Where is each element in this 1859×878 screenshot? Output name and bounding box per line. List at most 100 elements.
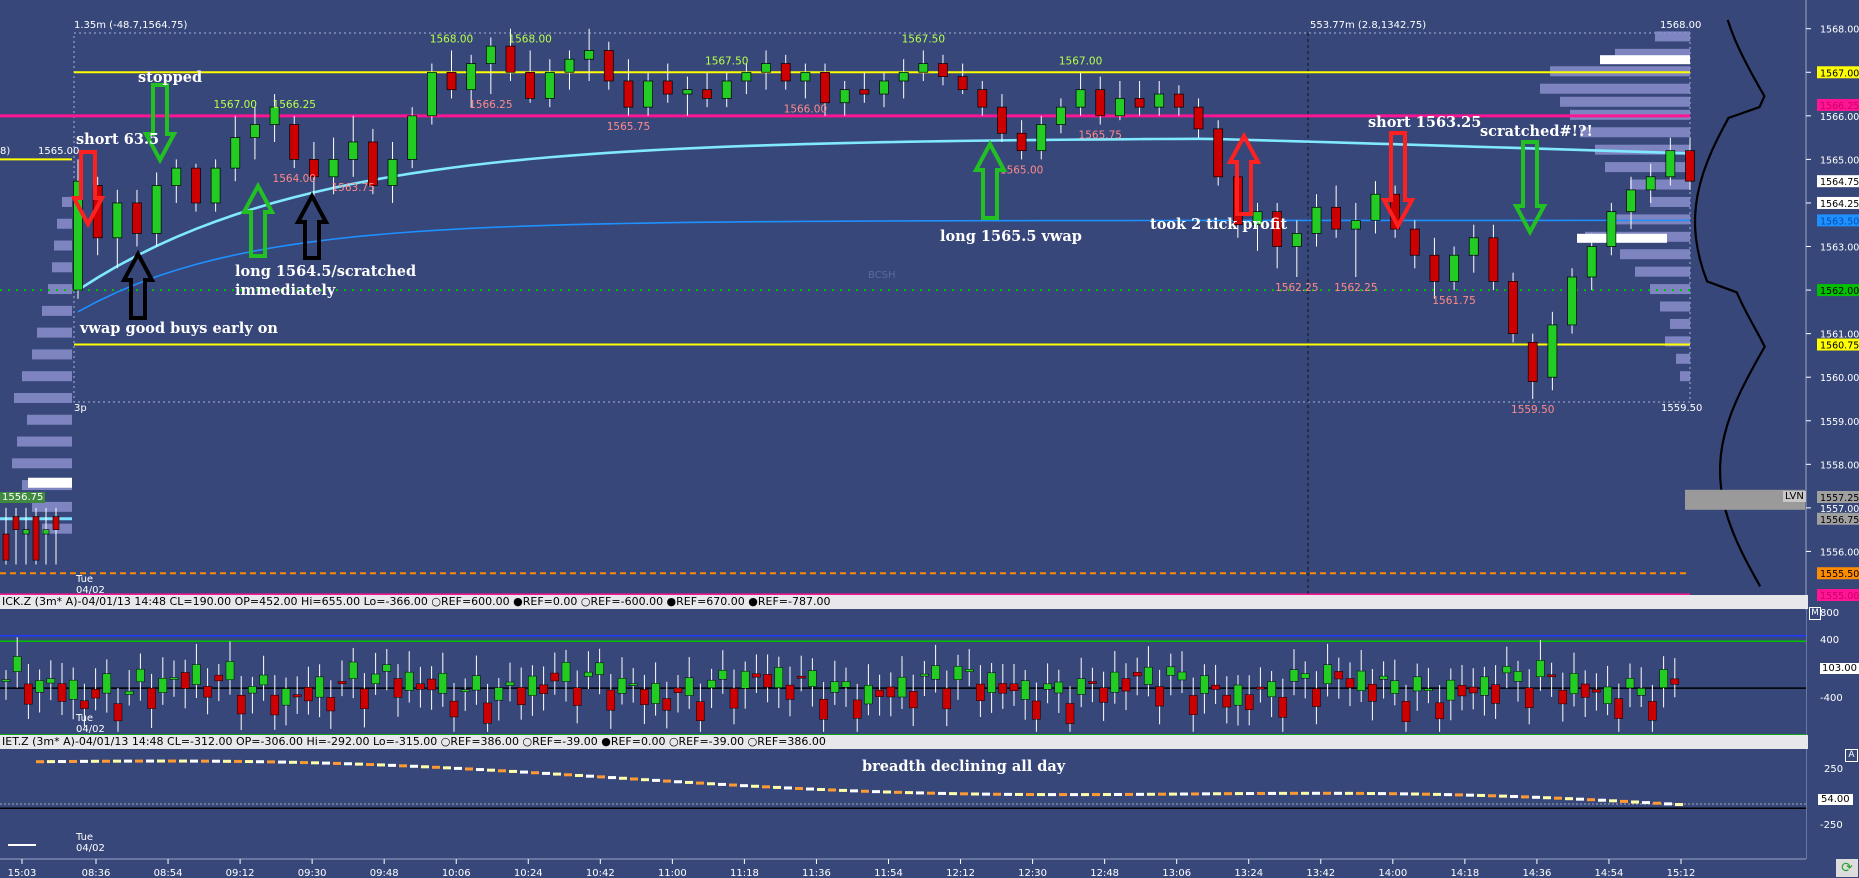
tick-body: [718, 670, 728, 680]
tick-pane-maximize-button[interactable]: M: [1809, 607, 1821, 620]
tick-body: [91, 688, 100, 699]
tick-body: [259, 674, 268, 686]
tick-body: [584, 671, 593, 677]
candle-body: [328, 159, 339, 178]
tick-body: [1177, 671, 1187, 681]
candle-body: [1645, 176, 1656, 191]
left-profile-bar: [54, 240, 72, 251]
tick-body: [1558, 689, 1568, 705]
tick-body: [886, 686, 896, 698]
breadth-bar: [1290, 791, 1298, 795]
breadth-bar: [685, 780, 693, 784]
high-label: 1567.00: [214, 99, 257, 111]
candle-body: [800, 71, 811, 82]
candle-body: [1331, 206, 1341, 230]
right-profile-bar: [1610, 214, 1690, 225]
left-low-label: 1556.75: [0, 492, 46, 503]
high-label: 1567.50: [902, 33, 945, 45]
annotation-scratched: scratched#!?!: [1480, 123, 1593, 140]
candle-body: [1626, 189, 1636, 213]
candle-body: [151, 185, 162, 234]
breadth-bar: [91, 759, 99, 763]
annotation-long-1565-5: long 1565.5 vwap: [940, 228, 1082, 245]
breadth-bar: [47, 760, 55, 764]
candle-body: [564, 58, 575, 73]
tick-body: [1513, 671, 1523, 682]
price-marker-label: 1557.25: [1820, 493, 1859, 504]
candle-body: [446, 71, 457, 91]
breadth-bar: [718, 782, 726, 786]
tick-body: [169, 677, 179, 680]
breadth-bar: [135, 759, 143, 763]
tick-body: [1648, 701, 1657, 721]
tick-body: [124, 690, 134, 695]
tick-body: [460, 689, 470, 692]
high-label: 1567.50: [705, 55, 748, 67]
time-axis-label: 11:54: [874, 868, 903, 878]
right-profile-bar: [1635, 266, 1690, 277]
price-marker-label: 1562.00: [1820, 286, 1859, 297]
tick-body: [236, 694, 246, 715]
tick-body: [942, 688, 952, 710]
tick-body: [371, 673, 380, 685]
breadth-bar: [861, 789, 869, 793]
tick-body: [920, 673, 929, 677]
breadth-bar: [1609, 799, 1617, 803]
price-axis-bg: [1806, 0, 1859, 878]
breadth-bar: [1048, 793, 1056, 797]
breadth-bar: [993, 792, 1001, 796]
breadth-bar: [245, 760, 253, 764]
candle-body: [1409, 228, 1420, 256]
time-axis-label: 13:24: [1234, 868, 1263, 878]
candle-body: [997, 106, 1007, 134]
tick-body: [416, 683, 425, 690]
breadth-bar: [1554, 796, 1562, 800]
breadth-bar: [1257, 791, 1265, 795]
candle-body: [584, 50, 594, 60]
annotation-took-2-tick: took 2 tick profit: [1150, 216, 1288, 233]
tick-body: [348, 661, 358, 679]
tick-body: [852, 699, 862, 719]
tick-body: [1278, 696, 1288, 718]
tick-body: [1110, 671, 1120, 693]
breadth-pane-maximize-button[interactable]: A: [1845, 749, 1858, 762]
tick-body: [1412, 676, 1422, 692]
right-profile-bar: [1680, 371, 1690, 382]
tick-body: [1, 679, 11, 682]
prev-candle-body: [52, 516, 60, 530]
right-profile-bar: [1660, 301, 1690, 312]
tick-body: [102, 673, 112, 694]
breadth-bar: [388, 763, 396, 767]
breadth-bar: [630, 777, 638, 781]
low-label: 1566.00: [784, 103, 827, 115]
tick-pane-info-bar: ICK.Z (3m* A)-04/01/13 14:48 CL=190.00 O…: [0, 595, 1808, 609]
breadth-bar: [729, 783, 737, 787]
low-label: 1564.00: [273, 173, 316, 185]
candle-body: [643, 80, 653, 108]
tick-body: [326, 697, 336, 712]
right-profile-bar: [1560, 96, 1690, 107]
breadth-bar: [1279, 791, 1287, 795]
low-label: 1563.75: [332, 182, 375, 194]
tick-body: [606, 689, 616, 711]
breadth-bar: [80, 759, 88, 763]
tick-pane-bg: [0, 610, 1806, 735]
tick-body: [1076, 678, 1086, 695]
breadth-bar: [278, 760, 286, 764]
tick-body: [1155, 686, 1164, 707]
breadth-bar: [982, 792, 990, 796]
green-down-arrow-1: [142, 83, 178, 165]
tick-body: [796, 675, 806, 679]
breadth-bar: [1466, 793, 1474, 797]
breadth-bar: [1059, 793, 1067, 797]
top-mid-readout: 553.77m (2.8,1342.75): [1310, 20, 1427, 31]
right-profile-poc: [1577, 233, 1667, 243]
candle-body: [662, 80, 673, 95]
candle-body: [1350, 220, 1361, 230]
breadth-bar: [1037, 793, 1045, 797]
breadth-bar: [751, 784, 759, 788]
prev-candle-body: [22, 529, 30, 535]
low-label: 1565.75: [1079, 130, 1122, 142]
tick-body: [1323, 664, 1332, 685]
refresh-icon[interactable]: ⟳: [1836, 859, 1858, 877]
